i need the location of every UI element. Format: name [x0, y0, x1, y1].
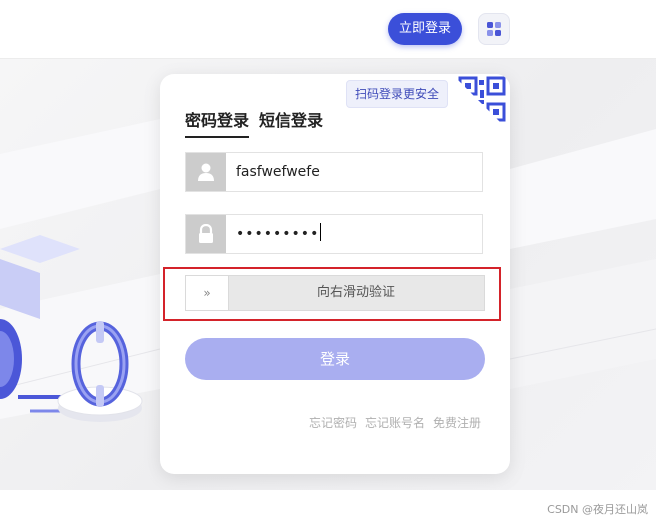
- register-link[interactable]: 免费注册: [433, 416, 481, 430]
- watermark: CSDN @夜月还山岚: [547, 503, 648, 516]
- forgot-password-link[interactable]: 忘记密码: [309, 416, 357, 430]
- tab-password-login[interactable]: 密码登录: [185, 107, 250, 138]
- tab-sms-login[interactable]: 短信登录: [259, 107, 323, 131]
- password-value: •••••••••: [236, 215, 322, 253]
- slider-label: 向右滑动验证: [316, 285, 395, 300]
- slide-verification[interactable]: » 向右滑动验证: [185, 275, 485, 311]
- text-caret: [320, 223, 322, 241]
- login-card: 扫码登录更安全 密码登录 短信登录 fasfwefwefe ••••••••• …: [160, 74, 510, 474]
- auxiliary-links: 忘记密码 忘记账号名 免费注册: [309, 414, 481, 431]
- qr-code-icon[interactable]: [452, 74, 510, 132]
- lock-icon: [186, 215, 226, 253]
- qr-login-tooltip: 扫码登录更安全: [346, 80, 449, 108]
- app-grid-icon[interactable]: [478, 13, 510, 45]
- user-icon: [186, 153, 226, 191]
- forgot-account-link[interactable]: 忘记账号名: [365, 416, 425, 430]
- password-mask: •••••••••: [236, 226, 320, 242]
- login-now-button[interactable]: 立即登录: [388, 13, 462, 45]
- username-value: fasfwefwefe: [236, 164, 320, 180]
- slider-handle-icon[interactable]: »: [186, 276, 229, 310]
- username-field[interactable]: fasfwefwefe: [185, 152, 483, 192]
- password-field[interactable]: •••••••••: [185, 214, 483, 254]
- login-button[interactable]: 登录: [185, 338, 485, 380]
- top-bar: 立即登录: [0, 0, 656, 59]
